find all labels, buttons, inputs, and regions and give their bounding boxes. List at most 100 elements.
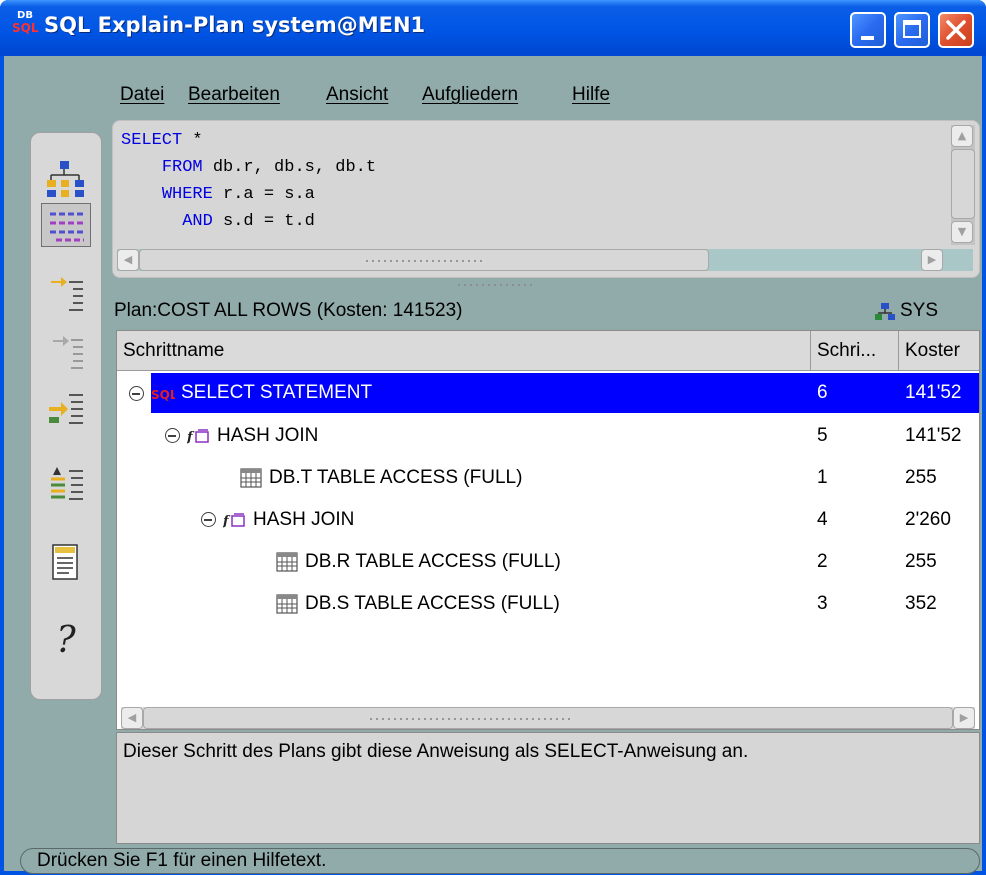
menu-bearbeiten[interactable]: Bearbeiten bbox=[188, 84, 280, 106]
explain-tree-button[interactable] bbox=[41, 157, 91, 201]
menu-ansicht[interactable]: Ansicht bbox=[326, 84, 388, 106]
close-button[interactable] bbox=[938, 12, 974, 48]
sql-keyword: FROM bbox=[161, 158, 203, 177]
step-name: SELECT STATEMENT bbox=[181, 382, 373, 403]
table-row[interactable]: DB.S TABLE ACCESS (FULL) 3 352 bbox=[117, 583, 979, 625]
sql-expression: db.r, db.s, db.t bbox=[202, 158, 377, 177]
step-cost: 2'260 bbox=[905, 509, 951, 530]
step-name: DB.R TABLE ACCESS (FULL) bbox=[305, 551, 561, 572]
step-name: DB.S TABLE ACCESS (FULL) bbox=[305, 593, 560, 614]
table-header: Schrittname Schri... Koster bbox=[117, 331, 979, 371]
minimize-button[interactable] bbox=[850, 12, 886, 48]
details-icon bbox=[51, 467, 83, 500]
table-icon bbox=[276, 594, 298, 614]
explain-plan-window: DB SQL SQL Explain-Plan system@MEN1 Date… bbox=[0, 0, 986, 875]
column-header-cost[interactable]: Koster bbox=[899, 331, 979, 371]
sql-expression: s.d = t.d bbox=[212, 212, 315, 231]
sql-keyword: WHERE bbox=[161, 185, 213, 204]
expand-all-button[interactable] bbox=[41, 387, 91, 431]
explain-list-button[interactable] bbox=[41, 203, 91, 247]
details-button[interactable] bbox=[41, 463, 91, 507]
node-icon-wrapper bbox=[275, 551, 299, 573]
sql-editor[interactable]: SELECT * FROM db.r, db.s, db.t WHERE r.a… bbox=[112, 120, 980, 278]
status-text: Drücken Sie F1 für einen Hilfetext. bbox=[37, 850, 327, 871]
table-row[interactable]: DB.R TABLE ACCESS (FULL) 2 255 bbox=[117, 541, 979, 583]
collapse-toggle-icon[interactable] bbox=[165, 428, 180, 443]
column-header-name[interactable]: Schrittname bbox=[117, 331, 811, 371]
table-row[interactable]: f HASH JOIN 5 141'52 bbox=[117, 415, 979, 457]
sql-line: WHERE r.a = s.a bbox=[121, 181, 941, 208]
column-header-step[interactable]: Schri... bbox=[811, 331, 899, 371]
menu-aufgliedern[interactable]: Aufgliedern bbox=[422, 84, 518, 106]
maximize-icon bbox=[903, 20, 921, 38]
menu-hilfe[interactable]: Hilfe bbox=[572, 84, 610, 106]
node-icon-wrapper: f bbox=[222, 509, 247, 531]
report-button[interactable] bbox=[41, 541, 91, 585]
scroll-left-icon[interactable]: ◀ bbox=[117, 249, 139, 271]
step-cost: 141'52 bbox=[905, 382, 962, 403]
window-title: SQL Explain-Plan system@MEN1 bbox=[44, 13, 426, 37]
sql-keyword: SELECT bbox=[121, 131, 183, 150]
help-button[interactable]: ? bbox=[41, 619, 91, 663]
scroll-up-icon[interactable]: ▲ bbox=[951, 125, 973, 147]
svg-text:SQL: SQL bbox=[151, 388, 175, 402]
table-hscroll-thumb[interactable] bbox=[143, 707, 953, 729]
collapse-step-icon bbox=[53, 336, 83, 369]
scroll-left-icon[interactable]: ◀ bbox=[121, 707, 143, 729]
step-number: 6 bbox=[817, 382, 828, 403]
sql-line: AND s.d = t.d bbox=[121, 208, 941, 235]
schema-label: SYS bbox=[900, 300, 939, 321]
scroll-right-icon[interactable]: ▶ bbox=[921, 249, 943, 271]
sql-expression: r.a = s.a bbox=[212, 185, 315, 204]
step-number: 1 bbox=[817, 467, 828, 488]
function-icon: f bbox=[186, 429, 209, 445]
expand-step-icon bbox=[51, 277, 83, 311]
plan-table[interactable]: Schrittname Schri... Koster SQL SELECT ST… bbox=[116, 330, 980, 730]
table-icon bbox=[276, 552, 298, 572]
client-area: Datei Bearbeiten Ansicht Aufgliedern Hil… bbox=[4, 56, 982, 874]
explain-tree-icon bbox=[47, 161, 84, 197]
plan-header: Plan:COST ALL ROWS (Kosten: 141523) bbox=[114, 300, 463, 321]
scroll-right-icon[interactable]: ▶ bbox=[953, 707, 975, 729]
sql-hscroll-thumb[interactable] bbox=[139, 249, 709, 271]
table-row[interactable]: DB.T TABLE ACCESS (FULL) 1 255 bbox=[117, 457, 979, 499]
title-bar[interactable]: DB SQL SQL Explain-Plan system@MEN1 bbox=[0, 0, 986, 56]
step-name: DB.T TABLE ACCESS (FULL) bbox=[269, 467, 523, 488]
table-icon bbox=[240, 468, 262, 488]
close-icon bbox=[946, 20, 966, 40]
collapse-step-button[interactable] bbox=[41, 329, 91, 373]
step-cost: 255 bbox=[905, 551, 937, 572]
svg-text:f: f bbox=[223, 514, 231, 529]
expand-all-icon bbox=[49, 394, 83, 424]
sql-line: FROM db.r, db.s, db.t bbox=[121, 154, 941, 181]
explain-list-icon bbox=[50, 212, 84, 242]
report-icon bbox=[52, 544, 78, 580]
collapse-toggle-icon[interactable] bbox=[129, 386, 144, 401]
sql-vscroll-thumb[interactable] bbox=[951, 149, 975, 219]
step-number: 2 bbox=[817, 551, 828, 572]
splitter-grip[interactable] bbox=[456, 283, 534, 287]
sql-text[interactable]: SELECT * FROM db.r, db.s, db.t WHERE r.a… bbox=[121, 127, 941, 247]
expand-step-button[interactable] bbox=[41, 271, 91, 315]
schema-icon bbox=[875, 303, 895, 320]
menu-datei[interactable]: Datei bbox=[120, 84, 164, 106]
help-icon: ? bbox=[56, 620, 76, 661]
table-row[interactable]: f HASH JOIN 4 2'260 bbox=[117, 499, 979, 541]
collapse-toggle-icon[interactable] bbox=[201, 512, 216, 527]
maximize-button[interactable] bbox=[894, 12, 930, 48]
sql-vertical-scrollbar[interactable]: ▲ ▼ bbox=[951, 125, 975, 245]
sql-horizontal-scrollbar[interactable]: ◀ ▶ bbox=[117, 249, 973, 271]
node-icon-wrapper bbox=[275, 593, 299, 615]
table-row[interactable]: SQL SELECT STATEMENT 6 141'52 bbox=[117, 373, 979, 415]
step-number: 5 bbox=[817, 425, 828, 446]
description-text: Dieser Schritt des Plans gibt diese Anwe… bbox=[123, 741, 749, 762]
node-icon-wrapper: f bbox=[186, 425, 211, 447]
table-horizontal-scrollbar[interactable]: ◀ ▶ bbox=[121, 707, 975, 729]
status-bar: Drücken Sie F1 für einen Hilfetext. bbox=[20, 848, 980, 874]
svg-text:f: f bbox=[187, 430, 195, 445]
scroll-down-icon[interactable]: ▼ bbox=[951, 221, 973, 243]
app-icon: DB SQL bbox=[12, 10, 39, 46]
function-icon: f bbox=[222, 513, 245, 529]
node-icon-wrapper: SQL bbox=[151, 383, 178, 405]
step-number: 3 bbox=[817, 593, 828, 614]
